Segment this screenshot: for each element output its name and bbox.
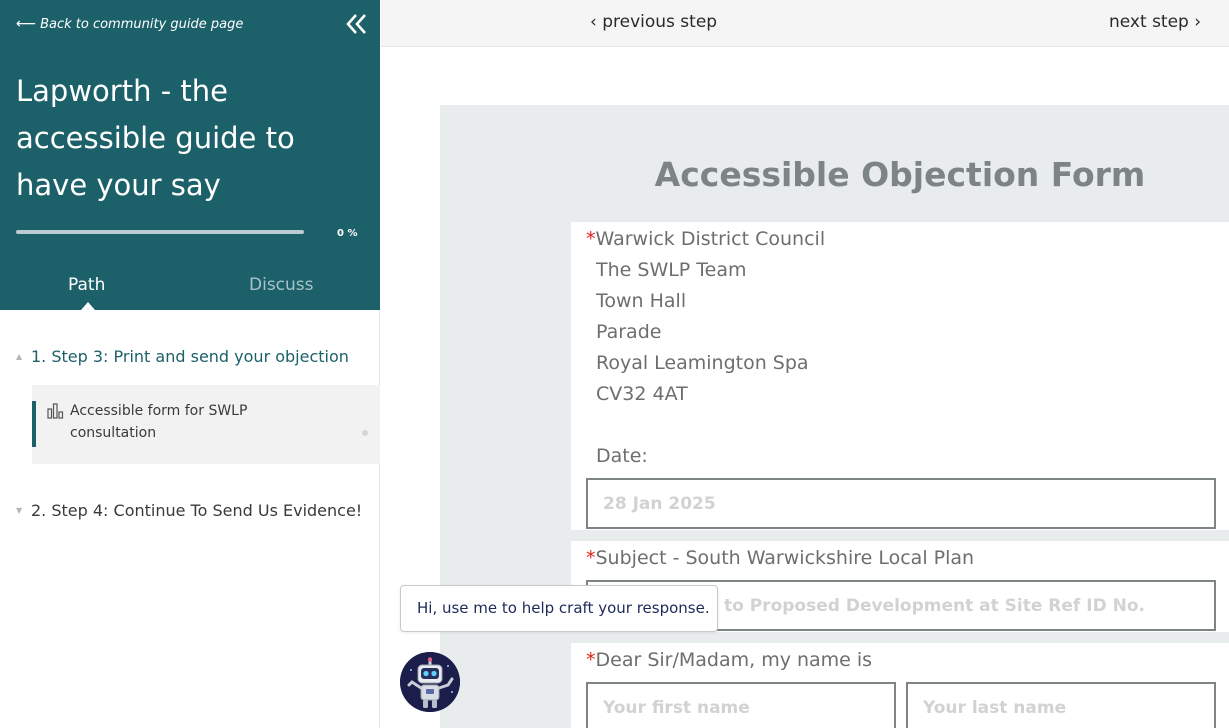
- back-to-guide-link[interactable]: ⟵ Back to community guide page: [16, 16, 243, 32]
- address-line: CV32 4AT: [596, 383, 688, 405]
- assistant-avatar-button[interactable]: [400, 652, 460, 712]
- date-input[interactable]: [586, 478, 1216, 529]
- subject-label-text: Subject - South Warwickshire Local Plan: [595, 547, 975, 569]
- address-line: The SWLP Team: [596, 259, 747, 281]
- chevron-left-icon: ‹: [590, 12, 597, 32]
- progress-percent: 0 %: [337, 228, 358, 239]
- collapse-sidebar-button[interactable]: [342, 10, 370, 38]
- substep-accessible-form[interactable]: Accessible form for SWLP consultation: [32, 385, 380, 464]
- active-substep-bar: [32, 401, 36, 447]
- step-2[interactable]: ▼ 2. Step 4: Continue To Send Us Evidenc…: [16, 501, 362, 520]
- robot-icon: [400, 652, 460, 712]
- triangle-down-icon: ▼: [16, 506, 23, 515]
- recipient-label: *Warwick District Council: [586, 228, 825, 250]
- required-mark: *: [586, 228, 596, 250]
- step-navigation-bar: ‹ previous step next step ›: [381, 0, 1229, 47]
- salutation-label-text: Dear Sir/Madam, my name is: [595, 649, 873, 671]
- sidebar: ⟵ Back to community guide page Lapworth …: [0, 0, 380, 728]
- active-tab-indicator: [81, 302, 95, 310]
- first-name-input[interactable]: [586, 682, 896, 728]
- status-dot: [362, 430, 368, 436]
- next-step-label: next step: [1109, 12, 1189, 32]
- chevron-right-icon: ›: [1194, 12, 1202, 32]
- previous-step-button[interactable]: ‹ previous step: [590, 12, 717, 32]
- previous-step-label: previous step: [602, 12, 718, 32]
- guide-title: Lapworth - the accessible guide to have …: [16, 74, 295, 202]
- salutation-label: *Dear Sir/Madam, my name is: [586, 649, 872, 671]
- sidebar-header: ⟵ Back to community guide page Lapworth …: [0, 0, 380, 310]
- address-line: Town Hall: [596, 290, 687, 312]
- recipient-line-1: Warwick District Council: [595, 228, 826, 250]
- next-step-button[interactable]: next step ›: [1109, 12, 1201, 32]
- required-mark: *: [586, 547, 596, 569]
- progress-bar: [16, 230, 304, 234]
- required-mark: *: [586, 649, 596, 671]
- substep-label: Accessible form for SWLP consultation: [70, 403, 248, 441]
- step-1[interactable]: ▲ 1. Step 3: Print and send your objecti…: [16, 347, 349, 366]
- tab-discuss[interactable]: Discuss: [249, 275, 314, 295]
- double-chevron-left-icon: [346, 14, 366, 34]
- assistant-tooltip: Hi, use me to help craft your response.: [400, 585, 718, 632]
- last-name-input[interactable]: [906, 682, 1216, 728]
- subject-label: *Subject - South Warwickshire Local Plan: [586, 547, 974, 569]
- address-line: Parade: [596, 321, 662, 343]
- step-1-label: 1. Step 3: Print and send your objection: [31, 347, 349, 366]
- date-label: Date:: [596, 445, 648, 467]
- step-2-label: 2. Step 4: Continue To Send Us Evidence!: [31, 501, 363, 520]
- triangle-up-icon: ▲: [16, 352, 23, 361]
- back-link-label: Back to community guide page: [40, 16, 244, 32]
- bar-chart-icon: [47, 403, 64, 419]
- arrow-left-icon: ⟵: [16, 16, 37, 32]
- address-line: Royal Leamington Spa: [596, 352, 809, 374]
- form-title: Accessible Objection Form: [654, 155, 1146, 194]
- tab-path[interactable]: Path: [68, 275, 105, 295]
